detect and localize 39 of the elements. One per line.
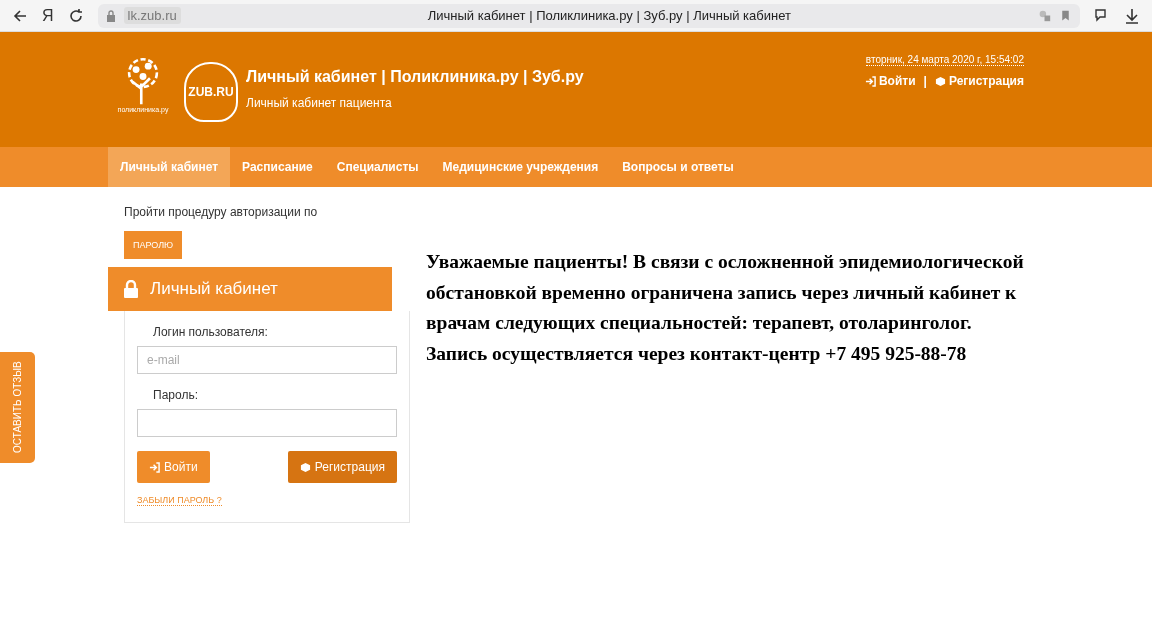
lock-icon: [105, 9, 116, 22]
back-icon[interactable]: [12, 7, 28, 24]
notice-text: Запись осуществляется через контакт-центр +7 495 925-88-78: [426, 341, 968, 366]
sign-in-icon: [864, 75, 876, 87]
nav-tab[interactable]: Расписание: [230, 147, 325, 187]
feedback-tab[interactable]: ОСТАВИТЬ ОТЗЫВ: [0, 352, 35, 463]
password-label: Пароль:: [153, 388, 199, 402]
auth-tab[interactable]: ПАРОЛЮ: [124, 231, 183, 259]
separator: |: [923, 74, 927, 88]
download-icon[interactable]: [1124, 7, 1140, 24]
login-field[interactable]: e-mail: [137, 346, 397, 374]
panel-title: Личный кабинет: [150, 279, 278, 299]
site-title: Личный кабинет | Поликлиника.ру | Зуб.ру: [246, 68, 584, 86]
notice-text: Уважаемые пациенты! В связи с осложненной эпидемиологической обстановкой временно ограничена запись через личный кабинет к врачам следующих специальностей: терапевт, отоларинголог.: [426, 250, 1025, 335]
address-bar[interactable]: lk.zub.ru Личный кабинет | Поликлиника.ру | Зуб.ру | Личный кабинет: [97, 3, 1080, 28]
nav-tab[interactable]: Медицинские учреждения: [430, 147, 611, 187]
password-field[interactable]: [137, 409, 397, 437]
site-subtitle: Личный кабинет пациента: [246, 96, 393, 110]
reload-icon[interactable]: [67, 7, 84, 24]
login-label: Логин пользователя:: [153, 325, 269, 339]
date-time: вторник, 24 марта 2020 г, 15:54:02: [865, 54, 1024, 66]
login-link[interactable]: Войти: [864, 74, 916, 88]
nav-tab[interactable]: Вопросы и ответы: [610, 147, 746, 187]
register-button[interactable]: Регистрация: [287, 451, 397, 483]
forgot-password-link[interactable]: ЗАБЫЛИ ПАРОЛЬ ?: [137, 495, 222, 506]
domain-text: lk.zub.ru: [123, 7, 181, 24]
nav-tab[interactable]: Специалисты: [324, 147, 431, 187]
cube-icon: [299, 461, 311, 473]
browser-logo[interactable]: Я: [42, 6, 54, 25]
nav-tab[interactable]: Личный кабинет: [108, 147, 231, 187]
auth-intro: Пройти процедуру авторизации по: [124, 205, 318, 219]
bookmark-icon[interactable]: [1059, 9, 1072, 22]
sign-in-icon: [149, 461, 160, 473]
login-button[interactable]: Войти: [137, 451, 210, 483]
register-link[interactable]: Регистрация: [934, 74, 1024, 88]
cube-icon: [934, 75, 946, 87]
tooth-logo[interactable]: ZUB.RU: [184, 62, 238, 122]
page-title: Личный кабинет | Поликлиника.ру | Зуб.ру | Личный кабинет: [426, 8, 792, 23]
lock-icon: [124, 280, 138, 298]
